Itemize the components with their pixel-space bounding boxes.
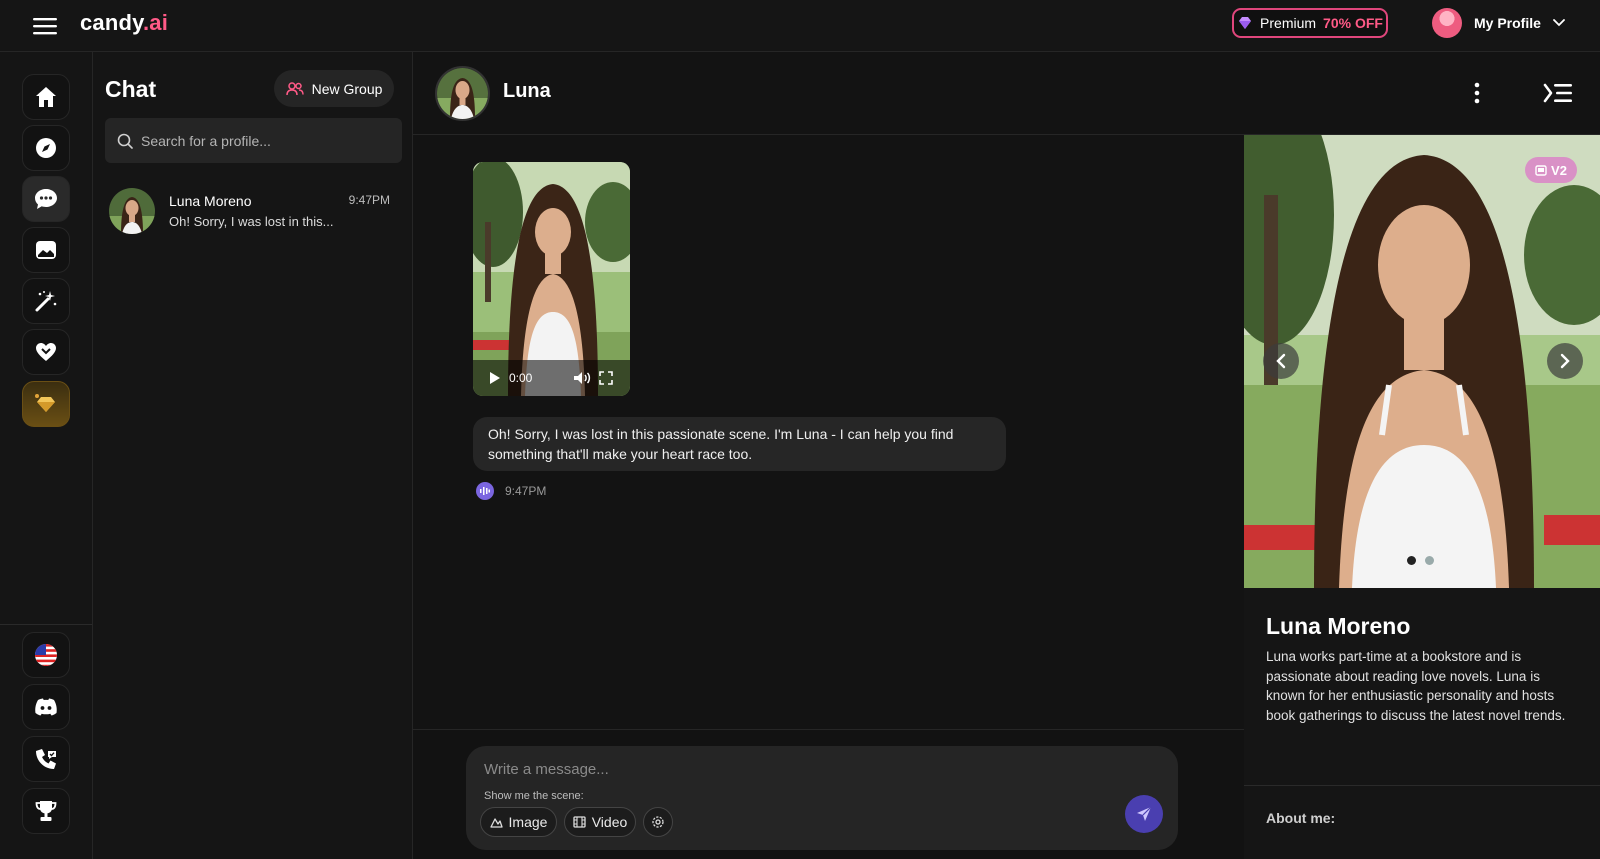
message-input[interactable] <box>484 758 1084 780</box>
us-flag-icon[interactable] <box>22 632 70 678</box>
search-icon <box>117 133 133 149</box>
menu-icon[interactable] <box>30 12 60 40</box>
chevron-right-icon <box>1560 353 1570 369</box>
version-badge: V2 <box>1525 157 1577 183</box>
carousel-prev-button[interactable] <box>1263 343 1299 379</box>
profile-image-carousel: V2 <box>1244 135 1600 588</box>
chat-header-avatar[interactable] <box>435 66 490 121</box>
composer-area: Show me the scene: Image Video <box>413 729 1244 859</box>
scene-label: Show me the scene: <box>484 790 584 802</box>
video-chip[interactable]: Video <box>564 807 636 837</box>
about-me-label: About me: <box>1266 810 1336 826</box>
volume-icon[interactable] <box>573 371 591 385</box>
image-chip-label: Image <box>508 814 548 830</box>
video-chip-label: Video <box>591 814 628 830</box>
logo-main: candy <box>80 10 143 35</box>
send-button[interactable] <box>1125 795 1163 833</box>
magic-wand-icon[interactable] <box>22 278 70 324</box>
message-meta: 9:47PM <box>476 482 546 500</box>
profile-menu[interactable]: My Profile <box>1432 7 1565 39</box>
profile-divider <box>1244 785 1600 786</box>
new-group-button[interactable]: New Group <box>274 70 394 107</box>
image-chip[interactable]: Image <box>480 807 557 837</box>
premium-gem-icon[interactable] <box>22 381 70 427</box>
chat-list-panel: Chat New Group Luna Moreno 9:47PM Oh! So… <box>93 52 413 859</box>
chevron-down-icon <box>1553 19 1565 27</box>
voice-play-icon[interactable] <box>476 482 494 500</box>
send-icon <box>1136 806 1152 822</box>
profile-description: Luna works part-time at a bookstore and … <box>1266 649 1566 723</box>
version-badge-label: V2 <box>1551 162 1567 178</box>
profile-name: Luna Moreno <box>1266 613 1411 639</box>
conversation-avatar <box>109 188 155 234</box>
discord-icon[interactable] <box>22 684 70 730</box>
chat-main: Luna 0:00 Oh! Sorry, I was lost in this … <box>413 52 1600 859</box>
logo-accent: .ai <box>142 10 169 35</box>
carousel-next-button[interactable] <box>1547 343 1583 379</box>
compass-icon[interactable] <box>22 125 70 171</box>
gallery-icon[interactable] <box>22 227 70 273</box>
play-icon[interactable] <box>489 371 501 385</box>
premium-button[interactable]: Premium 70% OFF <box>1232 8 1388 38</box>
video-time: 0:00 <box>509 371 533 385</box>
message-time: 9:47PM <box>505 484 547 498</box>
group-icon <box>285 81 304 96</box>
gear-icon <box>651 815 665 829</box>
photo-badge-icon <box>1535 164 1547 176</box>
avatar <box>1432 8 1462 38</box>
icon-rail <box>0 52 93 859</box>
profile-label: My Profile <box>1474 15 1541 31</box>
search-box <box>105 118 402 163</box>
more-options-icon[interactable] <box>1465 78 1489 108</box>
chat-header-name: Luna <box>503 80 551 102</box>
premium-label: Premium <box>1260 15 1317 31</box>
heart-hands-icon[interactable] <box>22 329 70 375</box>
search-input[interactable] <box>141 132 381 149</box>
video-message[interactable]: 0:00 <box>473 162 630 396</box>
trophy-icon[interactable] <box>22 788 70 834</box>
premium-discount: 70% OFF <box>1323 15 1383 31</box>
chat-header: Luna <box>413 52 1600 135</box>
rail-divider <box>0 624 92 625</box>
home-icon[interactable] <box>22 74 70 120</box>
settings-chip[interactable] <box>643 807 673 837</box>
new-group-label: New Group <box>311 80 383 97</box>
carousel-dots <box>1407 556 1434 565</box>
video-controls: 0:00 <box>473 360 630 396</box>
collapse-panel-icon[interactable] <box>1541 78 1575 108</box>
composer: Show me the scene: Image Video <box>466 746 1178 850</box>
gem-icon <box>1237 16 1253 30</box>
conversation-preview: Oh! Sorry, I was lost in this... <box>169 214 334 229</box>
chat-icon[interactable] <box>22 176 70 222</box>
carousel-dot[interactable] <box>1425 556 1434 565</box>
conversation-item[interactable]: Luna Moreno 9:47PM Oh! Sorry, I was lost… <box>105 188 402 238</box>
logo[interactable]: candy.ai <box>80 10 168 36</box>
conversation-name: Luna Moreno <box>169 193 252 209</box>
conversation-time: 9:47PM <box>348 193 390 207</box>
profile-panel: V2 Luna Moreno Luna works part-time at a… <box>1244 135 1600 859</box>
image-icon <box>489 816 503 828</box>
message-bubble: Oh! Sorry, I was lost in this passionate… <box>473 417 1006 471</box>
chevron-left-icon <box>1276 353 1286 369</box>
top-bar: candy.ai Premium 70% OFF My Profile <box>0 0 1600 52</box>
film-icon <box>573 816 586 828</box>
chat-title: Chat <box>105 76 157 102</box>
fullscreen-icon[interactable] <box>599 371 613 385</box>
carousel-dot[interactable] <box>1407 556 1416 565</box>
support-icon[interactable] <box>22 736 70 782</box>
